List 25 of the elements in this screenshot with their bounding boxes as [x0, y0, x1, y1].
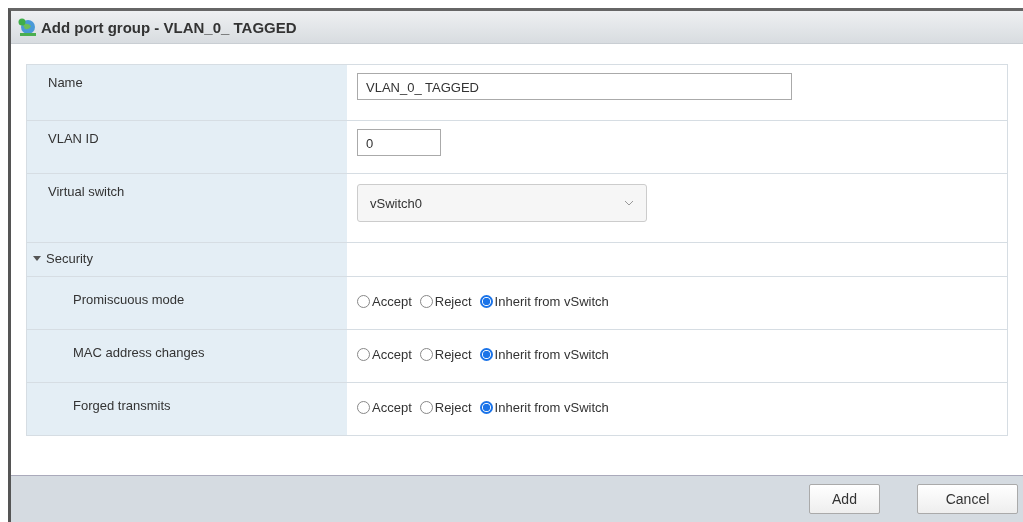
radio-option[interactable]: Inherit from vSwitch — [479, 399, 609, 415]
vlan-id-input[interactable]: 0 — [357, 129, 441, 156]
globe-icon — [17, 17, 37, 37]
radio-option[interactable]: Reject — [419, 346, 472, 362]
security-section-toggle[interactable]: Security — [27, 243, 347, 276]
field-label: Name — [48, 75, 83, 90]
security-label: Forged transmits — [73, 398, 171, 413]
radio-option[interactable]: Accept — [357, 346, 412, 362]
caret-icon — [33, 256, 41, 262]
dialog-button[interactable]: Add — [809, 484, 880, 514]
radio-option[interactable]: Accept — [357, 293, 412, 309]
virtual-switch-dropdown[interactable]: vSwitch0 — [357, 184, 647, 222]
radio-option[interactable]: Accept — [357, 399, 412, 415]
window-title: Add port group - VLAN_0_ TAGGED — [41, 18, 297, 36]
dialog-button[interactable]: Cancel — [917, 484, 1018, 514]
security-label: Promiscuous mode — [73, 292, 185, 307]
radio-option[interactable]: Reject — [419, 293, 472, 309]
radio-option[interactable]: Inherit from vSwitch — [479, 346, 609, 362]
chevron-down-icon — [624, 200, 634, 206]
field-label: VLAN ID — [48, 131, 99, 146]
field-label: Virtual switch — [48, 184, 125, 199]
radio-option[interactable]: Reject — [419, 399, 472, 415]
security-label: MAC address changes — [73, 345, 205, 360]
name-input[interactable]: VLAN_0_ TAGGED — [357, 73, 792, 100]
radio-option[interactable]: Inherit from vSwitch — [479, 293, 609, 309]
